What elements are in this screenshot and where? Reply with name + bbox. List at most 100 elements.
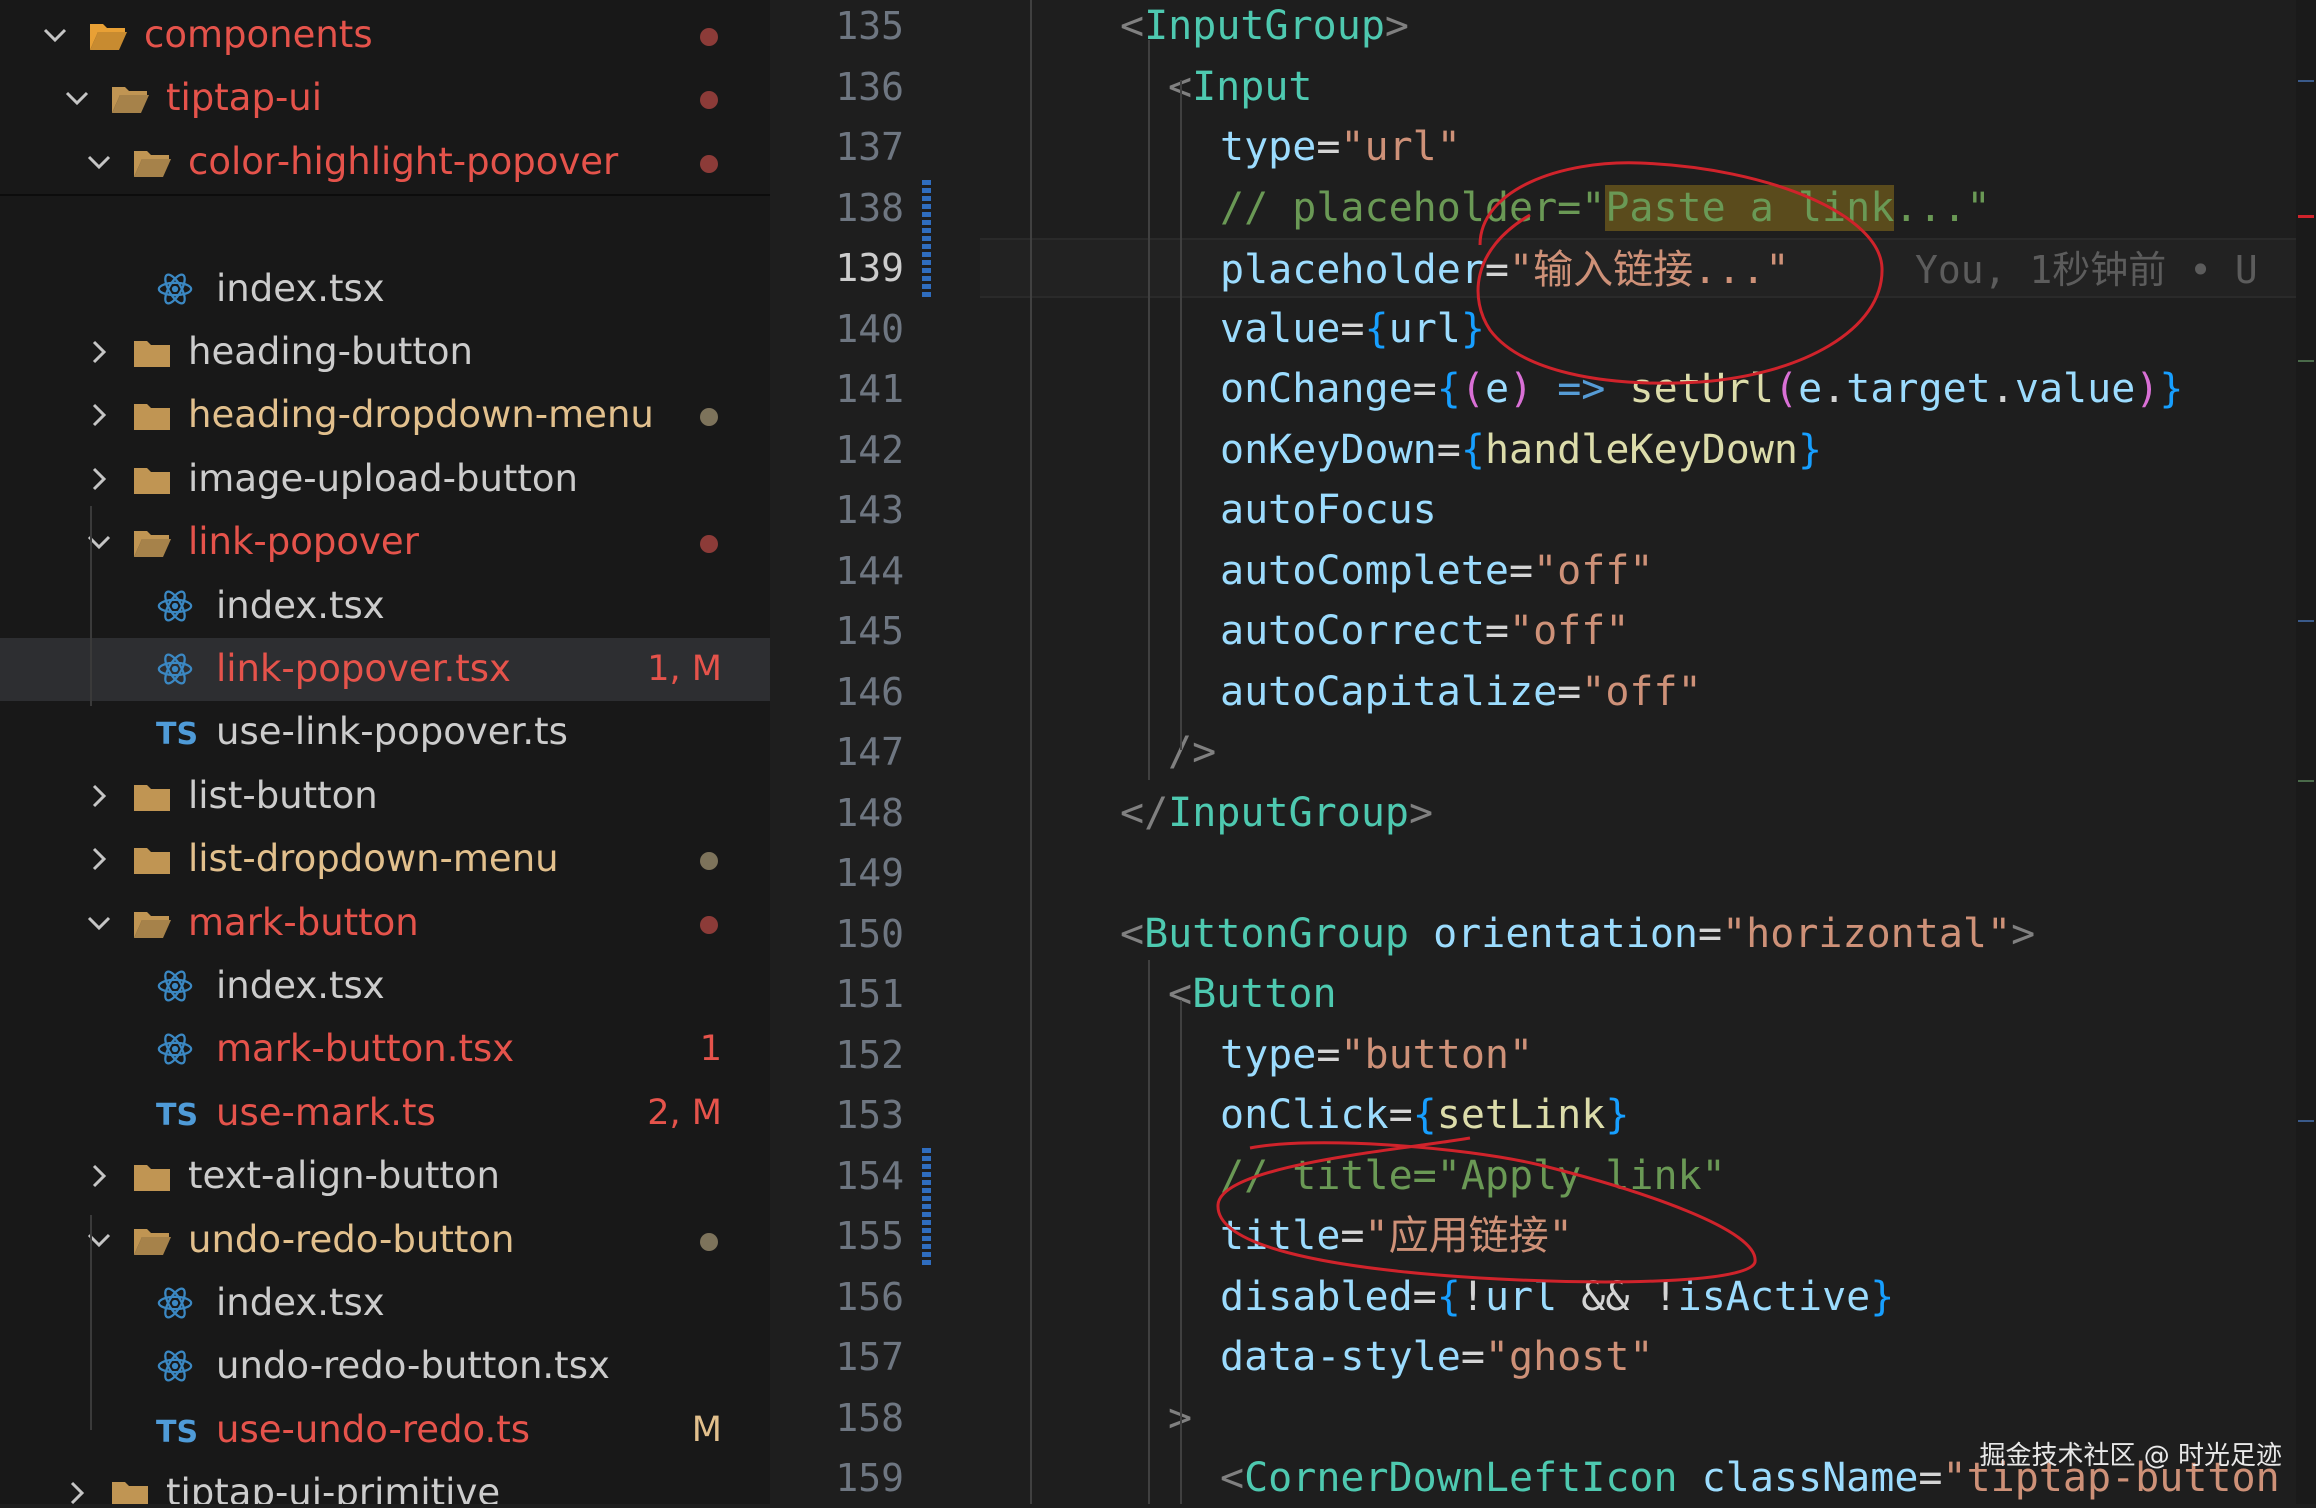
code-line[interactable]: onChange={(e) => setUrl(e.target.value)} [980,359,2296,419]
tree-file-use-mark.ts[interactable]: TS use-mark.ts 2, M [0,1082,770,1145]
code-token: > [2011,910,2036,957]
chevron-right-icon[interactable] [84,781,114,811]
modified-dot-icon [700,154,718,173]
tree-folder-list-button[interactable]: list-button [0,765,770,828]
git-status-badge: M [691,1409,722,1450]
tree-folder-heading-button[interactable]: heading-button [0,321,770,384]
code-token: "应用链接" [1364,1213,1573,1259]
code-line[interactable]: autoCapitalize="off" [980,662,2296,722]
tree-file-use-undo-redo.ts[interactable]: TS use-undo-redo.ts M [0,1399,770,1462]
tree-folder-mark-button[interactable]: mark-button [0,892,770,955]
code-line[interactable]: title="应用链接" [980,1206,2296,1266]
folder-icon [132,398,172,434]
tree-item-label: link-popover.tsx [216,647,511,690]
code-line[interactable]: type="url" [980,117,2296,177]
code-token: = [1436,426,1461,473]
tree-file-mark-button.tsx[interactable]: mark-button.tsx 1 [0,1018,770,1081]
line-number: 142 [835,427,904,472]
code-token: value [1220,305,1341,352]
indent-guide [1030,0,1032,1504]
minimap[interactable] [2296,0,2316,1504]
tree-folder-list-dropdown-menu[interactable]: list-dropdown-menu [0,828,770,891]
code-token: type [1220,124,1317,170]
code-line[interactable]: <Button [980,964,2296,1024]
code-token: && ! [1557,1273,1678,1320]
chevron-right-icon[interactable] [84,844,114,874]
tree-folder-tiptap-ui[interactable]: tiptap-ui [0,67,770,130]
line-number: 157 [835,1335,904,1379]
tree-file-link-popover.tsx[interactable]: link-popover.tsx 1, M [0,638,770,701]
code-token: ButtonGroup [1144,910,1409,957]
code-token: = [1316,1031,1341,1078]
tree-folder-image-upload-button[interactable]: image-upload-button [0,448,770,511]
code-token: = [1340,305,1365,352]
code-line[interactable]: onKeyDown={handleKeyDown} [980,420,2296,480]
folder-icon [132,1159,172,1195]
code-line[interactable]: type="button" [980,1025,2296,1085]
minimap-marker [2298,360,2314,362]
code-line[interactable]: </InputGroup> [980,783,2296,843]
code-token: ( [1460,366,1485,412]
code-line[interactable]: data-style="ghost" [980,1327,2296,1387]
chevron-right-icon[interactable] [62,1478,92,1504]
code-line[interactable]: <Input [980,57,2296,117]
code-line[interactable]: disabled={!url && !isActive} [980,1267,2296,1327]
code-token: autoFocus [1220,487,1437,533]
tree-item-label: undo-redo-button.tsx [216,1344,610,1388]
git-status-badge: 1, M [647,649,722,689]
chevron-right-icon[interactable] [84,337,114,367]
code-token: "ghost" [1484,1334,1654,1380]
chevron-down-icon[interactable] [62,83,92,113]
chevron-down-icon[interactable] [84,527,114,557]
folder-icon [132,462,172,498]
code-line[interactable] [980,843,2296,903]
code-line[interactable]: placeholder="输入链接..." You, 1秒钟前 • U [980,238,2296,298]
code-token: > [1384,3,1410,49]
tree-folder-link-popover[interactable]: link-popover [0,511,770,574]
tree-file-use-link-popover.ts[interactable]: TS use-link-popover.ts [0,701,770,764]
chevron-right-icon[interactable] [84,1161,114,1191]
code-line[interactable]: autoComplete="off" [980,541,2296,601]
code-line[interactable]: onClick={setLink} [980,1085,2296,1145]
code-line[interactable]: autoCorrect="off" [980,601,2296,661]
line-number: 136 [835,64,904,109]
folder-open-icon [132,525,172,561]
tree-file-index.tsx[interactable]: index.tsx [0,1272,770,1335]
git-blame-annotation: You, 1秒钟前 • U [1915,248,2258,292]
code-line[interactable]: autoFocus [980,480,2296,540]
code-line[interactable]: // placeholder="Paste a link..." [980,178,2296,238]
tree-folder-tiptap-ui-primitive[interactable]: tiptap-ui-primitive [0,1462,770,1504]
tree-folder-undo-redo-button[interactable]: undo-redo-button [0,1209,770,1272]
code-token: { [1364,305,1389,352]
git-modified-gutter-marker [922,1148,931,1266]
code-token: setUrl [1629,366,1774,412]
chevron-down-icon[interactable] [84,1225,114,1255]
code-line[interactable]: <InputGroup> [980,0,2296,56]
typescript-file-icon-text: TS [156,1414,199,1450]
chevron-right-icon[interactable] [84,400,114,430]
typescript-file-icon-text: TS [156,1097,199,1133]
code-line[interactable]: value={url} [980,299,2296,359]
chevron-down-icon[interactable] [84,908,114,938]
tree-folder-heading-dropdown-menu[interactable]: heading-dropdown-menu [0,384,770,447]
tree-file-index.tsx[interactable]: index.tsx [0,258,770,321]
typescript-file-icon: TS [156,1413,198,1450]
code-editor[interactable]: <InputGroup><Inputtype="url"// placehold… [980,0,2296,1504]
tree-file-undo-redo-button.tsx[interactable]: undo-redo-button.tsx [0,1335,770,1398]
tree-file-index.tsx[interactable]: index.tsx [0,955,770,1018]
code-line[interactable]: <ButtonGroup orientation="horizontal"> [980,904,2296,964]
tree-file-index.tsx[interactable]: index.tsx [0,575,770,638]
code-token: = [1412,366,1437,412]
code-token: = [1412,1273,1437,1320]
code-line[interactable]: /> [980,722,2296,782]
chevron-right-icon[interactable] [84,464,114,494]
code-line[interactable]: // title="Apply link" [980,1146,2296,1206]
tree-folder-text-align-button[interactable]: text-align-button [0,1145,770,1208]
code-token: </ [1120,789,1169,836]
chevron-down-icon[interactable] [84,147,114,177]
tree-folder-color-highlight-popover[interactable]: color-highlight-popover [0,130,770,194]
react-file-icon [156,587,196,623]
chevron-down-icon[interactable] [40,20,70,50]
tree-folder-components[interactable]: components [0,4,770,67]
